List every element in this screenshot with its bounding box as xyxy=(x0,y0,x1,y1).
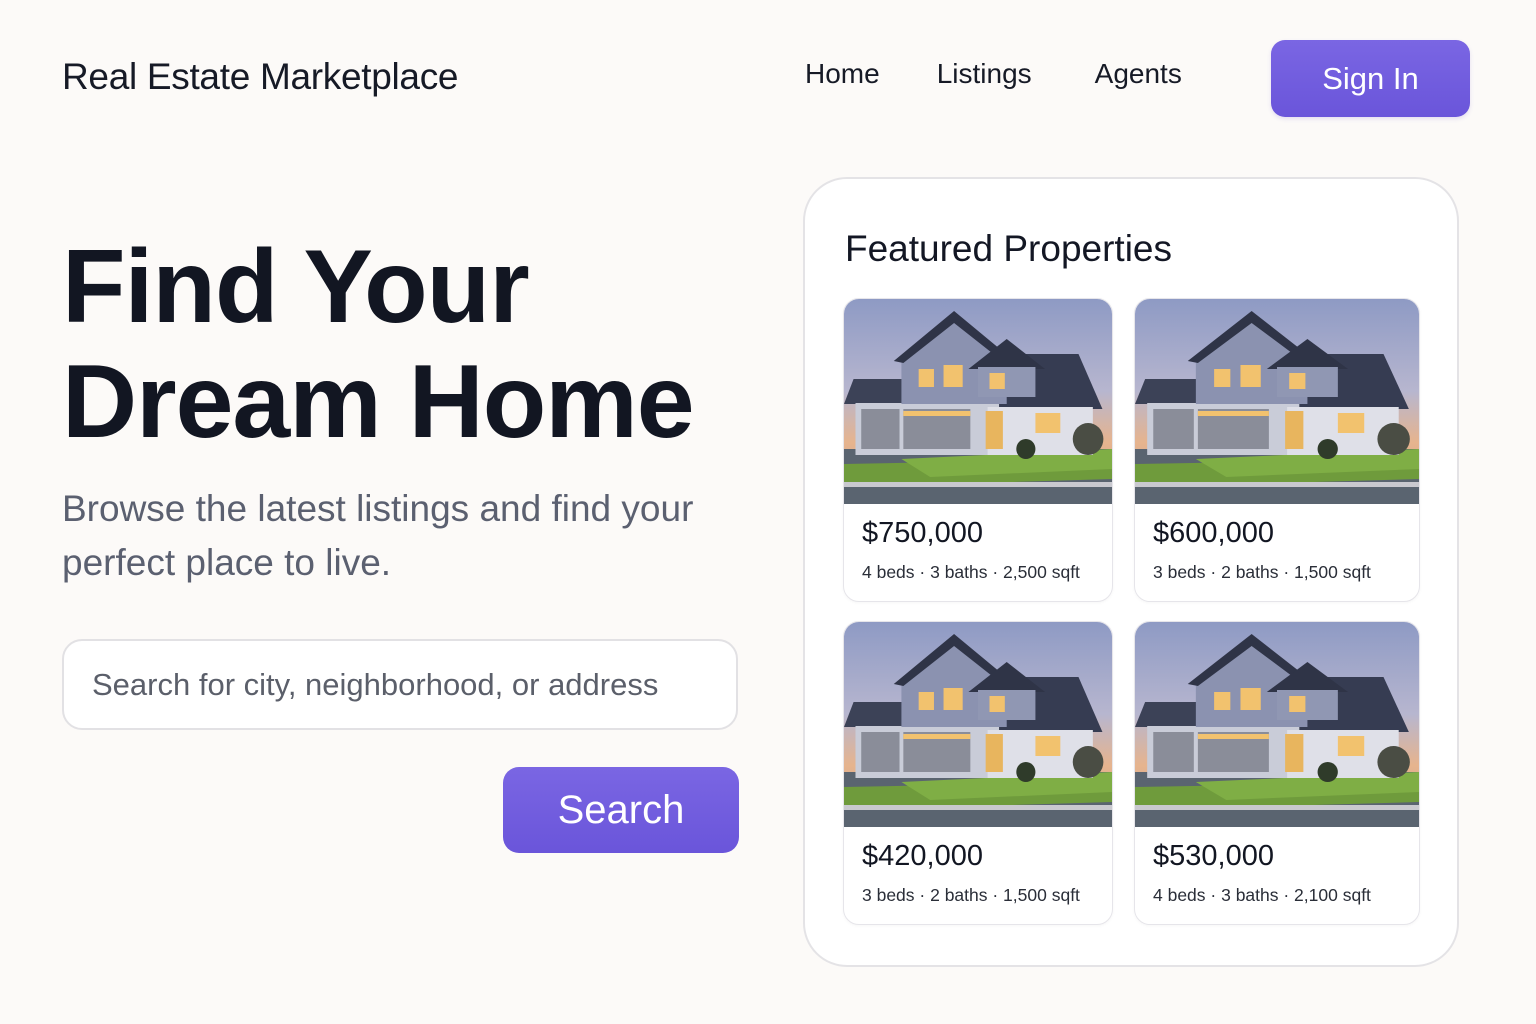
property-price: $750,000 xyxy=(862,517,983,549)
hero-title: Find Your Dream Home xyxy=(62,229,695,460)
main-nav: Home Listings Agents xyxy=(805,58,1182,90)
property-price: $530,000 xyxy=(1153,840,1274,872)
featured-title: Featured Properties xyxy=(845,228,1173,269)
property-specs: 3 beds · 2 baths · 1,500 sqft xyxy=(1153,562,1371,582)
house-photo xyxy=(1135,299,1419,504)
brand-title: Real Estate Marketplace xyxy=(62,56,459,97)
nav-listings[interactable]: Listings xyxy=(937,58,1032,90)
house-photo xyxy=(1135,622,1419,827)
house-photo xyxy=(844,299,1112,504)
hero-title-line-1: Find Your xyxy=(62,229,530,345)
property-specs: 4 beds · 3 baths · 2,500 sqft xyxy=(862,562,1080,582)
property-card[interactable]: $750,000 4 beds · 3 baths · 2,500 sqft xyxy=(843,298,1113,602)
property-price: $420,000 xyxy=(862,840,983,872)
nav-home[interactable]: Home xyxy=(805,58,880,90)
property-card[interactable]: $530,000 4 beds · 3 baths · 2,100 sqft xyxy=(1134,621,1420,925)
search-input[interactable] xyxy=(62,639,738,730)
hero-subtitle: Browse the latest listings and find your… xyxy=(62,488,694,583)
property-card[interactable]: $600,000 3 beds · 2 baths · 1,500 sqft xyxy=(1134,298,1420,602)
hero-title-line-2: Dream Home xyxy=(62,344,695,460)
sign-in-button[interactable]: Sign In xyxy=(1271,40,1470,117)
property-price: $600,000 xyxy=(1153,517,1274,549)
nav-agents[interactable]: Agents xyxy=(1095,58,1182,90)
property-specs: 3 beds · 2 baths · 1,500 sqft xyxy=(862,885,1080,905)
search-button[interactable]: Search xyxy=(503,767,739,853)
house-photo xyxy=(844,622,1112,827)
property-card[interactable]: $420,000 3 beds · 2 baths · 1,500 sqft xyxy=(843,621,1113,925)
property-specs: 4 beds · 3 baths · 2,100 sqft xyxy=(1153,885,1371,905)
